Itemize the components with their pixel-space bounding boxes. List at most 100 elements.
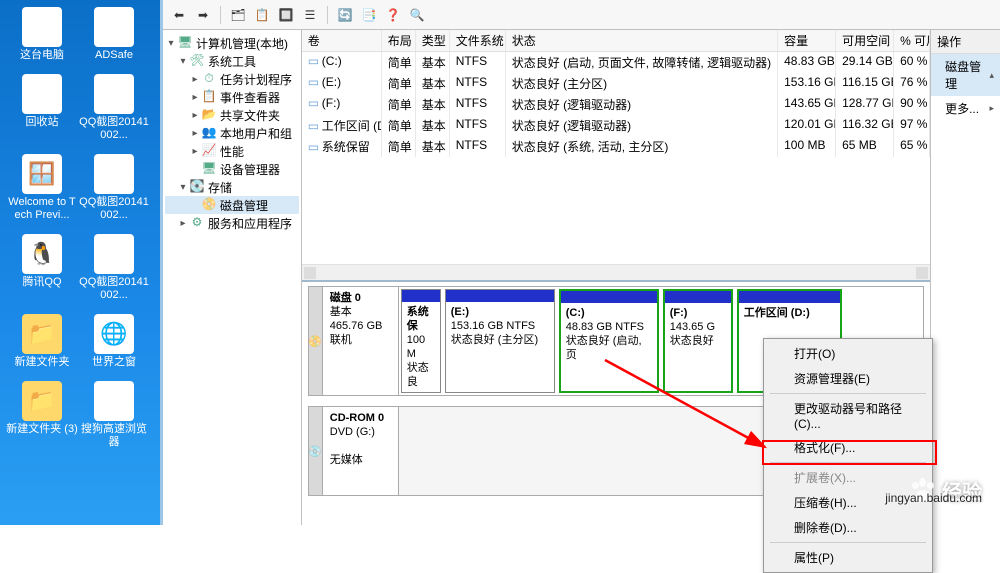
volumes-table: 卷 布局 类型 文件系统 状态 容量 可用空间 % 可用 ▭(C:)简单基本NT…: [302, 30, 930, 280]
tree-node-6[interactable]: 🖥设备管理器: [165, 160, 299, 178]
refresh-button[interactable]: 🔄: [335, 5, 355, 25]
desktop-icon-9[interactable]: 🌐世界之窗: [78, 312, 150, 369]
tree-node-5[interactable]: ▸📈性能: [165, 142, 299, 160]
toolbar-btn-6[interactable]: 🔍: [407, 5, 427, 25]
expand-icon[interactable]: ▸: [189, 92, 201, 103]
tree-root[interactable]: ▾🖥 计算机管理(本地): [165, 34, 299, 52]
desktop-icon-11[interactable]: S搜狗高速浏览器: [78, 379, 150, 449]
menu-item-0[interactable]: 打开(O): [766, 341, 930, 366]
volumes-header[interactable]: 卷 布局 类型 文件系统 状态 容量 可用空间 % 可用: [302, 30, 930, 52]
col-header-type[interactable]: 类型: [416, 30, 450, 51]
col-header-free[interactable]: 可用空间: [836, 30, 894, 51]
toolbar-btn-1[interactable]: 🗂: [228, 5, 248, 25]
expand-icon[interactable]: ▸: [177, 218, 189, 229]
desktop-icon-glyph: 🪟: [22, 154, 62, 194]
col-header-volume[interactable]: 卷: [302, 30, 382, 51]
tree-node-0[interactable]: ▾🛠系统工具: [165, 52, 299, 70]
desktop-icon-3[interactable]: 🖼QQ截图20141002...: [78, 72, 150, 142]
expand-icon[interactable]: ▸: [189, 128, 201, 139]
volume-row[interactable]: ▭(F:)简单基本NTFS状态良好 (逻辑驱动器)143.65 GB128.77…: [302, 94, 930, 115]
desktop-icon-10[interactable]: 📁新建文件夹 (3): [6, 379, 78, 436]
partition-context-menu[interactable]: 打开(O)资源管理器(E)更改驱动器号和路径(C)...格式化(F)...扩展卷…: [763, 338, 933, 573]
tree-node-icon: 💽: [189, 179, 205, 195]
desktop-icon-2[interactable]: 🗑回收站: [6, 72, 78, 129]
partition-color-bar: [739, 291, 840, 303]
desktop-icon-label: Welcome to Tech Previ...: [6, 196, 78, 222]
volume-row[interactable]: ▭(E:)简单基本NTFS状态良好 (主分区)153.16 GB116.15 G…: [302, 73, 930, 94]
expand-icon[interactable]: ▾: [177, 56, 189, 67]
actions-title: 操作: [931, 30, 1000, 54]
toolbar-btn-2[interactable]: 📋: [252, 5, 272, 25]
expand-icon[interactable]: ▾: [177, 182, 189, 193]
desktop-icon-label: ADSafe: [78, 49, 150, 62]
desktop-icon-6[interactable]: 🐧腾讯QQ: [6, 232, 78, 289]
tree-node-8[interactable]: 📀磁盘管理: [165, 196, 299, 214]
tree-node-3[interactable]: ▸📂共享文件夹: [165, 106, 299, 124]
tree-node-label: 事件查看器: [220, 89, 280, 106]
menu-item-3[interactable]: 更改驱动器号和路径(C)...: [766, 396, 930, 435]
tree-node-label: 服务和应用程序: [208, 215, 292, 232]
tree-node-4[interactable]: ▸👥本地用户和组: [165, 124, 299, 142]
nav-tree[interactable]: ▾🖥 计算机管理(本地) ▾🛠系统工具▸⏱任务计划程序▸📋事件查看器▸📂共享文件…: [163, 30, 302, 525]
partition-color-bar: [402, 290, 440, 302]
partition-2[interactable]: (C:)48.83 GB NTFS状态良好 (启动, 页: [559, 289, 659, 393]
menu-item-10[interactable]: 属性(P): [766, 545, 930, 570]
col-header-capacity[interactable]: 容量: [778, 30, 836, 51]
tree-node-2[interactable]: ▸📋事件查看器: [165, 88, 299, 106]
forward-button[interactable]: ➡: [193, 5, 213, 25]
desktop-icon-label: QQ截图20141002...: [78, 276, 150, 302]
toolbar-btn-5[interactable]: 📑: [359, 5, 379, 25]
col-header-status[interactable]: 状态: [506, 30, 778, 51]
partition-0[interactable]: 系统保100 M状态良: [401, 289, 441, 393]
menu-separator: [770, 393, 926, 394]
desktop-icon-1[interactable]: AADSafe: [78, 5, 150, 62]
menu-item-1[interactable]: 资源管理器(E): [766, 366, 930, 391]
back-button[interactable]: ⬅: [169, 5, 189, 25]
horizontal-scrollbar[interactable]: [302, 264, 930, 280]
desktop-icon-glyph: 🖥: [22, 7, 62, 47]
actions-more[interactable]: 更多... ▸: [931, 96, 1000, 121]
disk-0-size: 465.76 GB: [330, 320, 383, 332]
volume-icon: ▭: [308, 96, 322, 110]
col-header-layout[interactable]: 布局: [382, 30, 416, 51]
volume-row[interactable]: ▭工作区间 (D:)简单基本NTFS状态良好 (逻辑驱动器)120.01 GB1…: [302, 115, 930, 136]
help-button[interactable]: ❓: [383, 5, 403, 25]
disk-icon: 📀: [309, 287, 323, 395]
desktop-icon-4[interactable]: 🪟Welcome to Tech Previ...: [6, 152, 78, 222]
col-header-fs[interactable]: 文件系统: [450, 30, 506, 51]
volume-row[interactable]: ▭系统保留简单基本NTFS状态良好 (系统, 活动, 主分区)100 MB65 …: [302, 136, 930, 157]
desktop-icon-label: 新建文件夹: [6, 356, 78, 369]
expand-icon[interactable]: ▸: [189, 146, 201, 157]
expand-icon[interactable]: ▸: [189, 110, 201, 121]
tree-node-9[interactable]: ▸⚙服务和应用程序: [165, 214, 299, 232]
tree-node-label: 存储: [208, 179, 232, 196]
desktop-icon-glyph: 🖼: [94, 234, 134, 274]
partition-color-bar: [561, 291, 657, 303]
desktop-icon-label: 新建文件夹 (3): [6, 423, 78, 436]
desktop-icon-8[interactable]: 📁新建文件夹: [6, 312, 78, 369]
toolbar-btn-4[interactable]: ☰: [300, 5, 320, 25]
menu-item-4[interactable]: 格式化(F)...: [766, 435, 930, 460]
tree-node-icon: ⏱: [201, 71, 217, 87]
menu-item-7[interactable]: 压缩卷(H)...: [766, 490, 930, 515]
expand-icon[interactable]: ▸: [189, 74, 201, 85]
tree-node-label: 系统工具: [208, 53, 256, 70]
chevron-right-icon: ▸: [989, 103, 994, 114]
menu-item-8[interactable]: 删除卷(D)...: [766, 515, 930, 540]
disk-0-type: 基本: [330, 306, 352, 318]
toolbar: ⬅ ➡ 🗂 📋 🔲 ☰ 🔄 📑 ❓ 🔍: [163, 0, 1000, 30]
partition-3[interactable]: (F:)143.65 G状态良好: [663, 289, 733, 393]
toolbar-btn-3[interactable]: 🔲: [276, 5, 296, 25]
partition-1[interactable]: (E:)153.16 GB NTFS状态良好 (主分区): [445, 289, 555, 393]
actions-pane: 操作 磁盘管理 ▴ 更多... ▸: [931, 30, 1000, 525]
desktop-icon-7[interactable]: 🖼QQ截图20141002...: [78, 232, 150, 302]
actions-diskmgmt[interactable]: 磁盘管理 ▴: [931, 54, 1000, 96]
col-header-percent[interactable]: % 可用: [894, 30, 930, 51]
desktop-icon-glyph: 🌐: [94, 314, 134, 354]
desktop-icon-glyph: 🐧: [22, 234, 62, 274]
desktop-icon-0[interactable]: 🖥这台电脑: [6, 5, 78, 62]
desktop-icon-5[interactable]: 🖼QQ截图20141002...: [78, 152, 150, 222]
volume-row[interactable]: ▭(C:)简单基本NTFS状态良好 (启动, 页面文件, 故障转储, 逻辑驱动器…: [302, 52, 930, 73]
tree-node-1[interactable]: ▸⏱任务计划程序: [165, 70, 299, 88]
tree-node-7[interactable]: ▾💽存储: [165, 178, 299, 196]
